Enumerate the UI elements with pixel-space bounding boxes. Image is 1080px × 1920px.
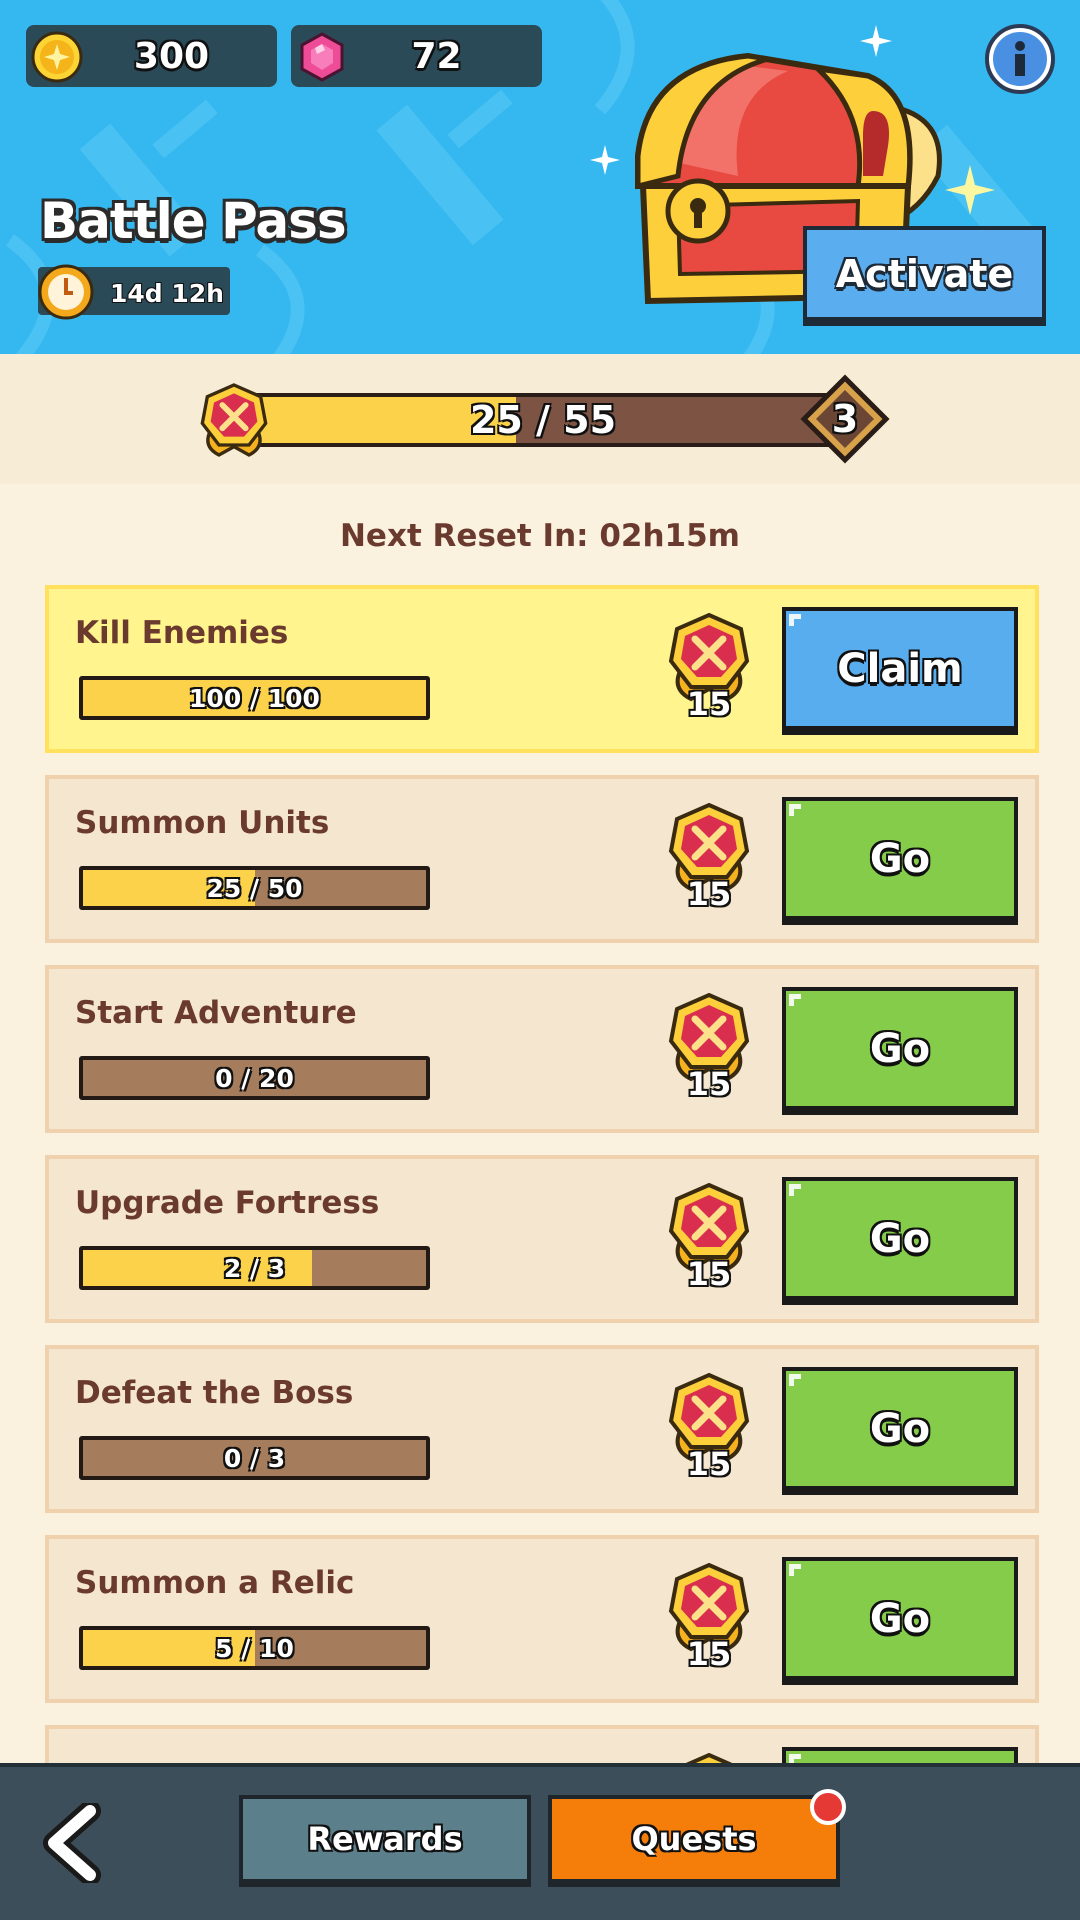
battle-medal-icon bbox=[200, 383, 268, 457]
button-shine bbox=[789, 614, 801, 626]
quest-row: Defeat the Boss 0 / 3 15 Go bbox=[45, 1345, 1039, 1513]
quest-progress-label: 25 / 50 bbox=[206, 873, 303, 903]
quest-name: Upgrade Fortress bbox=[75, 1185, 380, 1221]
gold-coin-icon bbox=[31, 31, 83, 83]
quest-progress-bar: 0 / 3 bbox=[79, 1436, 430, 1480]
button-shine bbox=[789, 1184, 801, 1196]
quest-progress-bar: 2 / 3 bbox=[79, 1246, 430, 1290]
button-shine bbox=[789, 804, 801, 816]
battle-pass-header: 300 72 Battle Pass 14d 12h Activate bbox=[0, 0, 1080, 354]
quest-points: 15 bbox=[686, 1635, 732, 1673]
back-arrow-icon[interactable] bbox=[40, 1803, 110, 1883]
quest-go-button[interactable]: Go bbox=[782, 1557, 1018, 1685]
quest-row: Upgrade Fortress 2 / 3 15 Go bbox=[45, 1155, 1039, 1323]
next-reset-timer: Next Reset In: 02h15m bbox=[339, 518, 740, 554]
quest-points: 15 bbox=[686, 685, 732, 723]
quest-button-label: Go bbox=[869, 1025, 931, 1072]
season-timer: 14d 12h bbox=[110, 279, 224, 308]
quest-go-button[interactable]: Go bbox=[782, 987, 1018, 1115]
gem-currency-display: 72 bbox=[291, 25, 542, 87]
quest-progress-label: 0 / 20 bbox=[215, 1063, 294, 1093]
quest-row: Start Adventure 0 / 20 15 Go bbox=[45, 965, 1039, 1133]
info-icon bbox=[993, 32, 1047, 86]
quest-go-button[interactable]: Go bbox=[782, 1177, 1018, 1305]
quest-points: 15 bbox=[686, 875, 732, 913]
quest-button-label: Go bbox=[869, 835, 931, 882]
quest-row: Kill Enemies 100 / 100 15 Claim bbox=[45, 585, 1039, 753]
quest-points: 15 bbox=[686, 1445, 732, 1483]
button-shine bbox=[789, 1564, 801, 1576]
quest-button-label: Go bbox=[869, 1215, 931, 1262]
quest-progress-label: 0 / 3 bbox=[223, 1443, 286, 1473]
quest-claim-button[interactable]: Claim bbox=[782, 607, 1018, 735]
quest-button-label: Claim bbox=[837, 645, 963, 692]
quest-progress-bar: 0 / 20 bbox=[79, 1056, 430, 1100]
level-progress-bar: 25 / 55 bbox=[238, 393, 848, 447]
quest-button-label: Go bbox=[869, 1595, 931, 1642]
button-shine bbox=[789, 1374, 801, 1386]
info-button[interactable] bbox=[985, 24, 1055, 94]
quest-name: Defeat the Boss bbox=[75, 1375, 354, 1411]
quest-name: Kill Enemies bbox=[75, 615, 289, 651]
gold-currency-display: 300 bbox=[26, 25, 277, 87]
quest-go-button[interactable]: Go bbox=[782, 797, 1018, 925]
quest-progress-bar: 100 / 100 bbox=[79, 676, 430, 720]
quest-button-label: Go bbox=[869, 1405, 931, 1452]
quest-points: 15 bbox=[686, 1255, 732, 1293]
tab-quests[interactable]: Quests bbox=[548, 1795, 840, 1887]
activate-button-label: Activate bbox=[835, 251, 1014, 296]
sparkle-icon bbox=[590, 145, 620, 175]
next-level-number: 3 bbox=[831, 397, 859, 441]
quest-row: Summon Units 25 / 50 15 Go bbox=[45, 775, 1039, 943]
quest-progress-label: 100 / 100 bbox=[189, 683, 320, 713]
bottom-navigation bbox=[0, 1763, 1080, 1920]
button-shine bbox=[789, 994, 801, 1006]
pink-gem-icon bbox=[300, 32, 344, 82]
quest-name: Start Adventure bbox=[75, 995, 357, 1031]
clock-icon bbox=[38, 264, 94, 320]
level-progress-label: 25 / 55 bbox=[469, 398, 617, 442]
quest-points: 15 bbox=[686, 1065, 732, 1103]
notification-badge bbox=[810, 1789, 846, 1825]
sparkle-icon bbox=[945, 165, 995, 215]
activate-button[interactable]: Activate bbox=[803, 226, 1046, 326]
tab-rewards[interactable]: Rewards bbox=[239, 1795, 531, 1887]
quest-progress-bar: 25 / 50 bbox=[79, 866, 430, 910]
tab-rewards-label: Rewards bbox=[307, 1820, 463, 1858]
quest-go-button[interactable]: Go bbox=[782, 1367, 1018, 1495]
quest-progress-label: 2 / 3 bbox=[223, 1253, 286, 1283]
quest-name: Summon a Relic bbox=[75, 1565, 355, 1601]
quest-progress-label: 5 / 10 bbox=[215, 1633, 294, 1663]
tab-quests-label: Quests bbox=[631, 1820, 757, 1858]
page-title: Battle Pass bbox=[40, 192, 347, 250]
quest-name: Summon Units bbox=[75, 805, 330, 841]
quest-row: Summon a Relic 5 / 10 15 Go bbox=[45, 1535, 1039, 1703]
quest-progress-bar: 5 / 10 bbox=[79, 1626, 430, 1670]
